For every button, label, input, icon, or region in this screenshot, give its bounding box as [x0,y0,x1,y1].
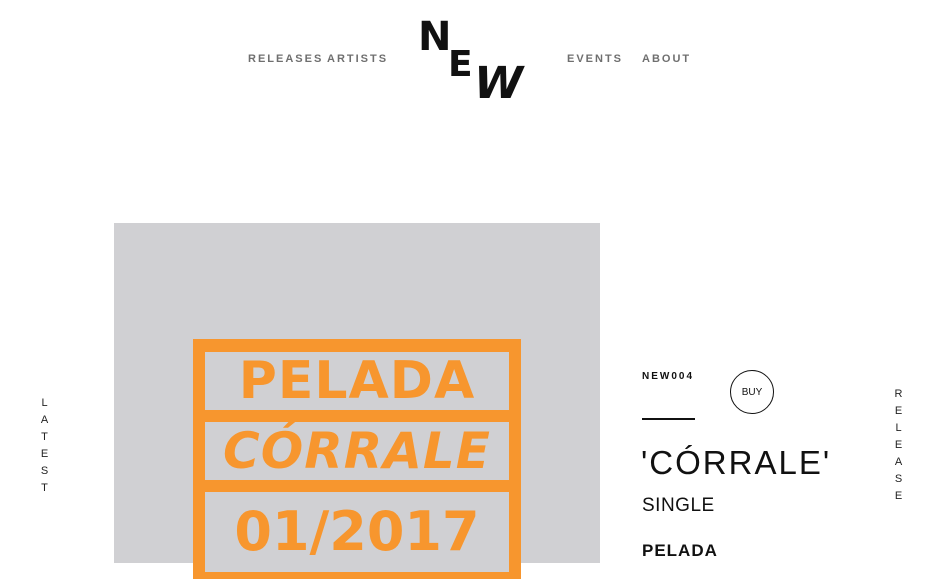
latest-vertical-label: L A T E S T [40,397,50,494]
buy-button[interactable]: BUY [730,370,774,414]
nav-artists[interactable]: ARTISTS [327,53,388,65]
cover-frame: PELADA CÓRRALE 01/2017 [193,339,521,579]
release-type: SINGLE [642,495,715,516]
nav-releases[interactable]: RELEASES [248,53,323,65]
logo-letter-e: E [448,44,473,85]
new-logo[interactable]: N E W [416,14,528,109]
logo-letter-n: N [418,14,452,60]
divider [642,418,695,420]
release-vertical-label: R E L E A S E [894,388,904,502]
nav-events[interactable]: EVENTS [567,53,623,65]
nav-about[interactable]: ABOUT [642,53,691,65]
cover-title-text: CÓRRALE [205,422,509,480]
release-artist[interactable]: PELADA [642,541,718,561]
buy-button-label: BUY [741,386,763,398]
cover-artist-text: PELADA [205,352,509,410]
logo-letter-w: W [468,58,528,109]
catalog-number: NEW004 [642,371,695,382]
cover-date-text: 01/2017 [205,492,509,572]
release-cover-art[interactable]: PELADA CÓRRALE 01/2017 [114,223,600,579]
release-title: 'CÓRRALE' [641,444,832,481]
